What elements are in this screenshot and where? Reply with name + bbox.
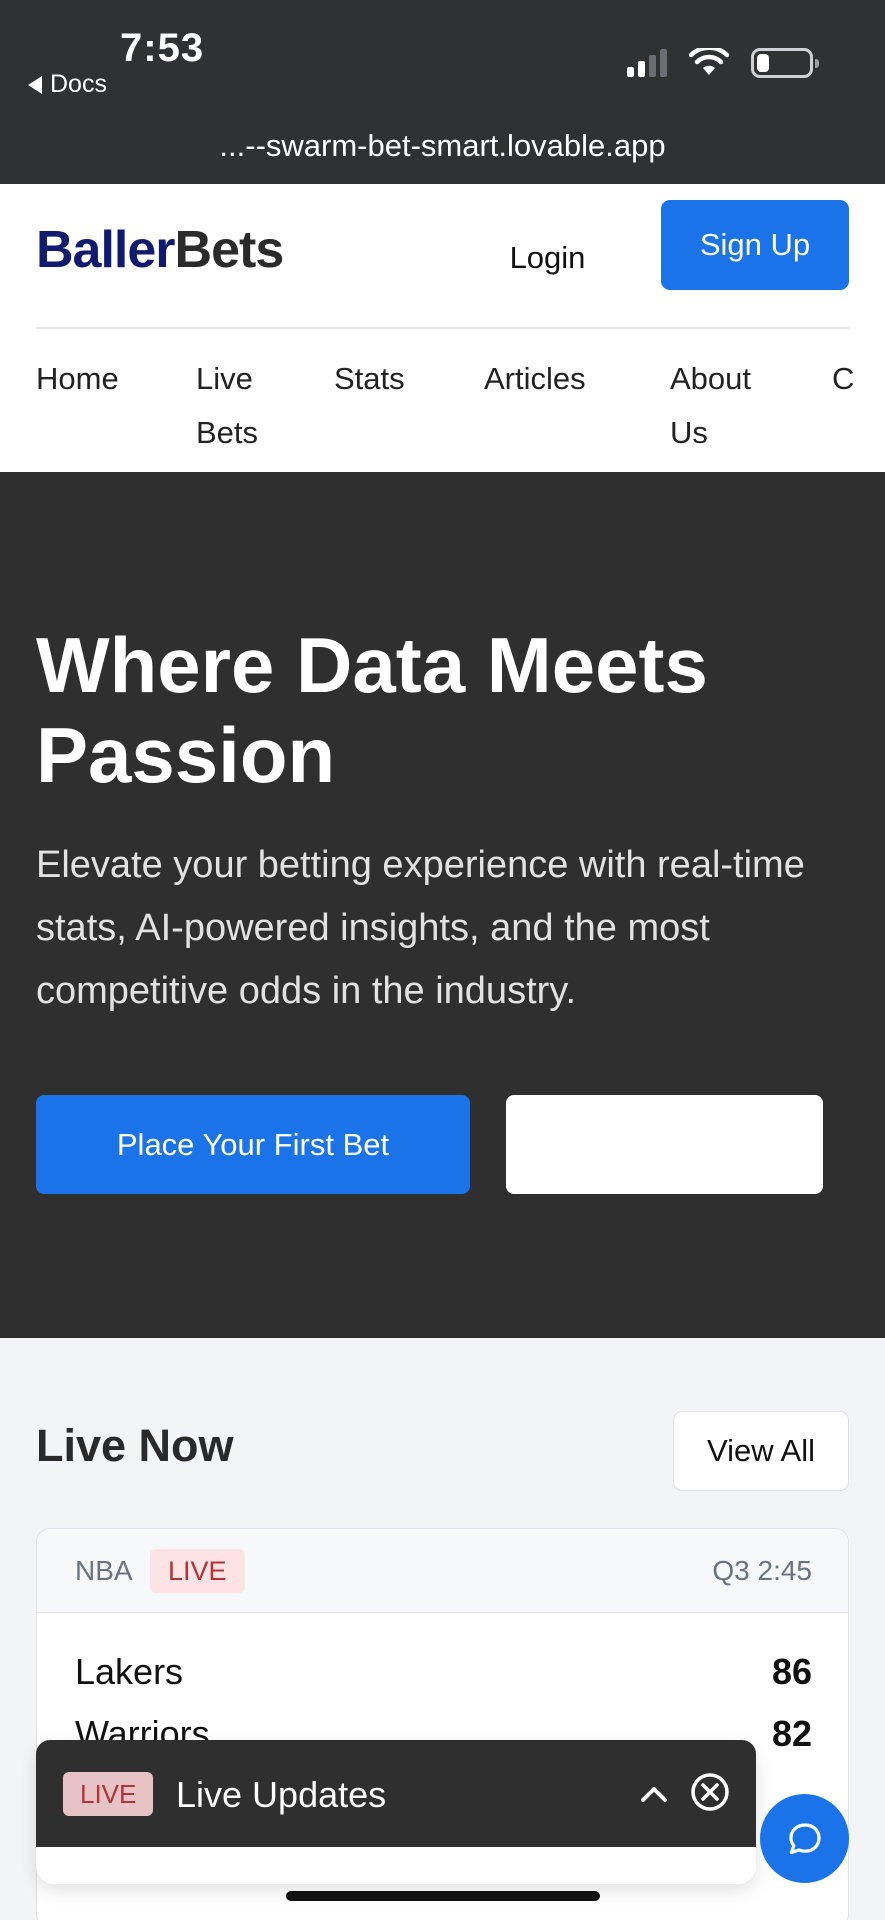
live-updates-bar: LIVE Live Updates (36, 1740, 756, 1847)
status-bar: 7:53 Docs ...--swarm-bet-smart.lovable.a… (0, 0, 885, 184)
back-arrow-icon (28, 75, 42, 94)
battery-icon (751, 48, 819, 78)
place-first-bet-button[interactable]: Place Your First Bet (36, 1095, 470, 1194)
live-badge: LIVE (150, 1549, 245, 1593)
close-circle-icon[interactable] (688, 1770, 732, 1814)
logo-secondary: Bets (174, 221, 285, 279)
hero-title: Where Data Meets Passion (36, 621, 708, 799)
nav-live-bets[interactable]: Live Bets (196, 352, 258, 460)
logo[interactable]: BallerBets (36, 220, 285, 280)
nav-overflow-item[interactable]: C (832, 352, 854, 406)
hero-section: Where Data Meets Passion Elevate your be… (0, 472, 885, 1338)
signup-button[interactable]: Sign Up (661, 200, 849, 290)
logo-primary: Baller (36, 221, 176, 279)
live-now-title: Live Now (36, 1420, 234, 1471)
live-updates-panel[interactable]: LIVE Live Updates (36, 1740, 756, 1884)
view-all-button[interactable]: View All (673, 1411, 849, 1491)
team-score: 86 (771, 1651, 812, 1692)
home-indicator (286, 1891, 600, 1901)
back-to-docs-button[interactable]: Docs (28, 70, 107, 99)
nav-articles[interactable]: Articles (484, 352, 586, 406)
login-button[interactable]: Login (480, 228, 615, 288)
team-name: Lakers (75, 1651, 184, 1692)
nav-stats[interactable]: Stats (334, 352, 405, 406)
url-bar[interactable]: ...--swarm-bet-smart.lovable.app (0, 128, 885, 164)
status-time: 7:53 (120, 26, 205, 70)
status-icons (627, 48, 819, 78)
secondary-cta-button[interactable] (506, 1095, 823, 1194)
game-card-header: NBA LIVE Q3 2:45 (37, 1529, 848, 1613)
league-label: NBA (75, 1555, 133, 1586)
hero-subtitle: Elevate your betting experience with rea… (36, 844, 805, 1012)
site-header: BallerBets Login Sign Up Home Live Bets … (0, 184, 885, 472)
header-divider (36, 327, 849, 329)
nav-about-us[interactable]: About Us (670, 352, 751, 460)
signal-icon (627, 49, 667, 77)
back-label: Docs (50, 70, 107, 98)
live-updates-badge: LIVE (63, 1772, 154, 1816)
wifi-icon (689, 48, 729, 75)
team-score: 82 (771, 1713, 812, 1754)
chat-button[interactable] (760, 1794, 849, 1883)
chat-icon (788, 1822, 821, 1854)
chevron-up-icon[interactable] (636, 1776, 672, 1812)
game-clock: Q3 2:45 (712, 1555, 812, 1586)
nav-home[interactable]: Home (36, 352, 119, 406)
live-updates-title: Live Updates (176, 1774, 387, 1815)
